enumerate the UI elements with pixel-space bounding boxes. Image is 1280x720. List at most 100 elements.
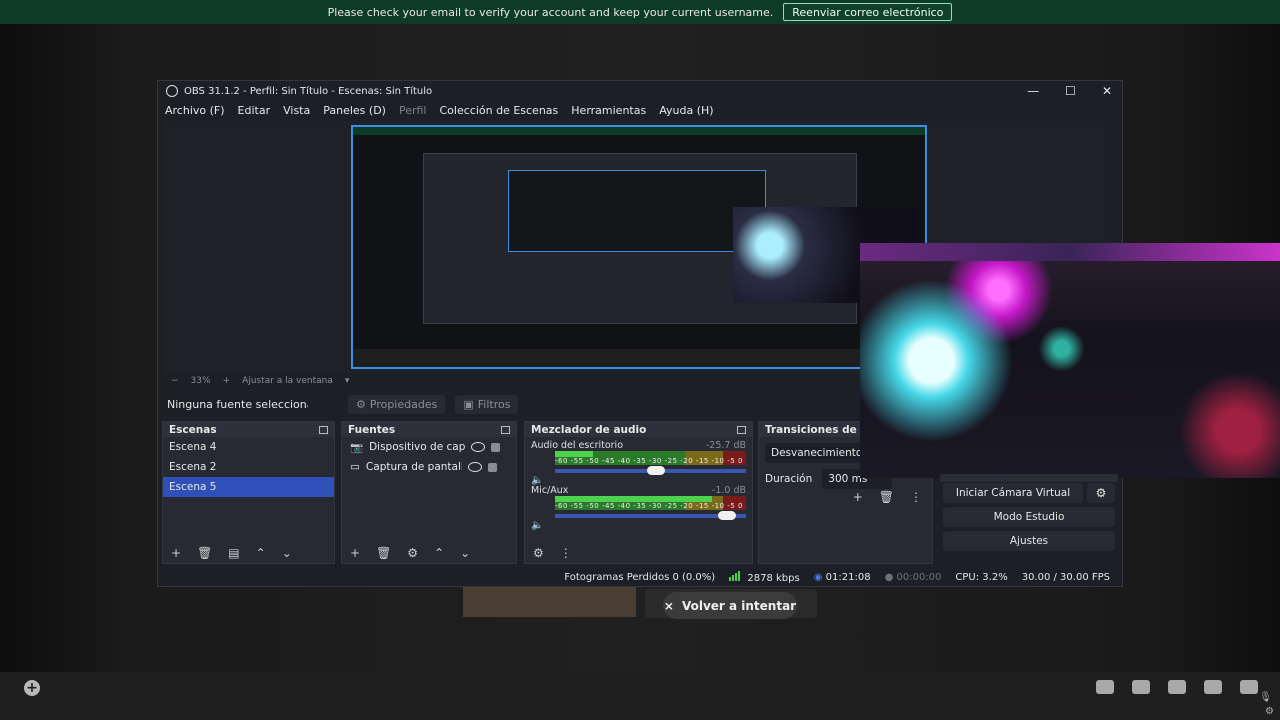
more-icon[interactable]: ⋮ [910, 490, 922, 504]
window-title: OBS 31.1.2 - Perfil: Sin Título - Escena… [184, 85, 433, 97]
eye-icon[interactable] [467, 462, 482, 472]
zoom-out-icon[interactable]: − [171, 376, 179, 386]
channel-name: Mic/Aux [531, 485, 569, 496]
menu-ayuda[interactable]: Ayuda (H) [659, 104, 713, 117]
popout-icon[interactable] [501, 425, 510, 434]
filter-icon[interactable]: ▤ [228, 546, 239, 560]
gear-icon[interactable]: ⚙ [1087, 483, 1115, 503]
emoji-icon[interactable] [1204, 680, 1222, 694]
properties-button[interactable]: ⚙ Propiedades [348, 394, 446, 414]
fps: 30.00 / 30.00 FPS [1021, 571, 1110, 583]
maximize-icon[interactable]: ☐ [1065, 84, 1076, 98]
trash-icon[interactable]: 🗑 [376, 546, 391, 560]
popout-icon[interactable] [737, 425, 746, 434]
menu-bar: Archivo (F) Editar Vista Paneles (D) Per… [158, 101, 1122, 119]
scene-item[interactable]: Escena 2 [163, 457, 334, 477]
menu-herramientas[interactable]: Herramientas [571, 104, 646, 117]
preview-banner [353, 127, 925, 135]
minimize-icon[interactable]: — [1027, 84, 1039, 98]
channel-db: -25.7 dB [705, 440, 746, 451]
channel-db: -1.0 dB [711, 485, 746, 496]
add-circle-icon[interactable]: + [24, 680, 40, 696]
fader-knob[interactable] [717, 511, 736, 520]
gif-icon[interactable] [1132, 680, 1150, 694]
down-icon[interactable]: ⌄ [460, 546, 470, 560]
plus-icon[interactable]: + [171, 546, 181, 560]
scene-item-selected[interactable]: Escena 5 [163, 477, 334, 497]
more-icon[interactable]: ⋮ [560, 546, 572, 560]
fader-knob[interactable] [647, 466, 666, 475]
mixer-tools: ⚙ ⋮ [525, 543, 752, 563]
eye-icon[interactable] [471, 442, 486, 452]
window-controls: — ☐ ✕ [1027, 81, 1112, 101]
down-icon[interactable]: ⌄ [282, 546, 292, 560]
menu-archivo[interactable]: Archivo (F) [165, 104, 225, 117]
record-icon: ● [884, 571, 894, 583]
filters-button[interactable]: ▣ Filtros [455, 394, 519, 414]
popout-icon[interactable] [319, 425, 328, 434]
gear-icon[interactable]: ⚙ [533, 546, 544, 560]
dropped-frames: Fotogramas Perdidos 0 (0.0%) [564, 571, 716, 583]
stream-time: ◉ 01:21:08 [814, 572, 871, 583]
scene-item[interactable]: Escena 4 [163, 437, 334, 457]
gamepad-icon[interactable] [1240, 680, 1258, 694]
resend-email-button[interactable]: Reenviar correo electrónico [783, 3, 953, 21]
properties-label: Propiedades [369, 397, 438, 411]
level-meter: -60 -55 -50 -45 -40 -35 -30 -25 -20 -15 … [555, 451, 746, 465]
lock-icon[interactable] [487, 462, 497, 472]
menu-perfil[interactable]: Perfil [399, 104, 427, 117]
no-source-label: Ninguna fuente seleccionada [167, 397, 308, 411]
menu-paneles[interactable]: Paneles (D) [323, 104, 386, 117]
source-label: Dispositivo de captura de video [369, 441, 466, 453]
studio-mode-button[interactable]: Modo Estudio [943, 507, 1115, 527]
record-button-partial [940, 474, 1118, 482]
stream-time-value: 01:21:08 [825, 571, 871, 583]
sticker-icon[interactable] [1168, 680, 1186, 694]
verify-banner: Please check your email to verify your a… [0, 0, 1280, 24]
plus-icon[interactable]: + [853, 490, 863, 504]
preview-nested-canvas [508, 170, 766, 252]
retry-label: Volver a intentar [681, 598, 797, 613]
meter-ticks: -60 -55 -50 -45 -40 -35 -30 -25 -20 -15 … [555, 457, 743, 465]
status-bar: Fotogramas Perdidos 0 (0.0%) 2878 kbps ◉… [158, 567, 1124, 587]
mixer-channel: Audio del escritorio -25.7 dB -60 -55 -5… [525, 437, 752, 486]
banner-message: Please check your email to verify your a… [327, 5, 774, 19]
start-virtual-cam-button[interactable]: Iniciar Cámara Virtual [943, 483, 1083, 503]
mic-icon[interactable]: 🎙 [1259, 692, 1272, 703]
menu-vista[interactable]: Vista [283, 104, 310, 117]
settings-icon[interactable]: ⚙ [1265, 706, 1274, 717]
speaker-icon[interactable]: 🔈 [531, 520, 543, 531]
source-item[interactable]: ▭ Captura de pantalla [342, 457, 516, 477]
menu-coleccion[interactable]: Colección de Escenas [440, 104, 559, 117]
settings-button[interactable]: Ajustes [943, 531, 1115, 551]
sources-tools: + 🗑 ⚙ ⌃ ⌄ [342, 543, 516, 563]
trash-icon[interactable]: 🗑 [879, 490, 894, 504]
rec-time: ● 00:00:00 [885, 572, 942, 583]
transitions-tools: + 🗑 ⋮ [759, 487, 932, 507]
close-icon[interactable]: ✕ [1102, 84, 1112, 98]
mixer-channel: Mic/Aux -1.0 dB -60 -55 -50 -45 -40 -35 … [525, 482, 752, 531]
sources-dock: Fuentes 📷 Dispositivo de captura de vide… [341, 421, 517, 564]
chevron-down-icon[interactable]: ▾ [345, 376, 350, 386]
volume-fader[interactable] [555, 511, 746, 520]
rec-time-value: 00:00:00 [896, 571, 942, 583]
plus-icon[interactable]: + [350, 546, 360, 560]
menu-editar[interactable]: Editar [238, 104, 271, 117]
scenes-tools: + 🗑 ▤ ⌃ ⌄ [163, 543, 334, 563]
up-icon[interactable]: ⌃ [434, 546, 444, 560]
gear-icon[interactable]: ⚙ [407, 546, 418, 560]
lock-icon[interactable] [491, 442, 501, 452]
zoom-in-icon[interactable]: + [223, 376, 231, 386]
stream-icon: ◉ [813, 571, 823, 583]
source-item[interactable]: 📷 Dispositivo de captura de video [342, 437, 516, 457]
up-icon[interactable]: ⌃ [256, 546, 266, 560]
trash-icon[interactable]: 🗑 [197, 546, 212, 560]
source-label: Captura de pantalla [365, 461, 462, 473]
scenes-title: Escenas [169, 423, 217, 436]
volume-fader[interactable] [555, 466, 746, 475]
gift-icon[interactable] [1096, 680, 1114, 694]
fit-window-label[interactable]: Ajustar a la ventana [242, 376, 333, 386]
filter-icon: ▣ [463, 397, 474, 411]
retry-button[interactable]: ⨯ Volver a intentar [663, 592, 797, 619]
title-bar: OBS 31.1.2 - Perfil: Sin Título - Escena… [158, 81, 1122, 101]
